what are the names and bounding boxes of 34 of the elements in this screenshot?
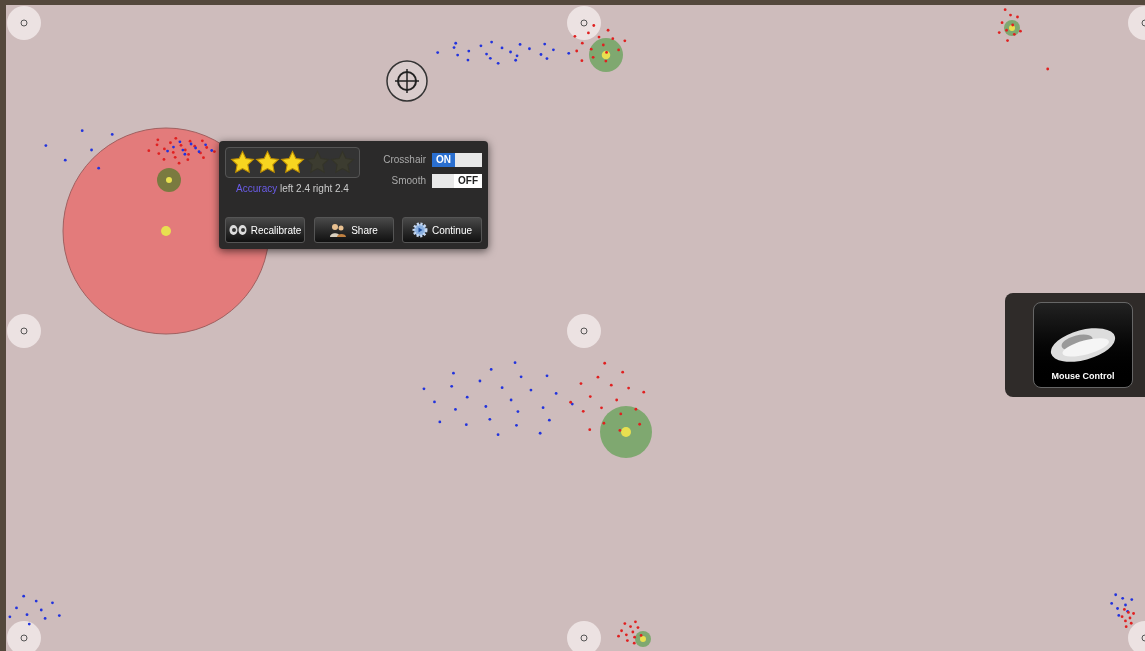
star-icon bbox=[255, 150, 280, 175]
calibration-target bbox=[567, 314, 601, 348]
gaze-points-drawing bbox=[617, 620, 643, 645]
continue-button[interactable]: Continue bbox=[402, 217, 482, 243]
crosshair-icon bbox=[386, 60, 428, 102]
star-icon bbox=[280, 150, 305, 175]
calibration-target bbox=[1128, 6, 1145, 40]
toggle-switch[interactable]: ON bbox=[432, 152, 482, 167]
gaze-points-drawing bbox=[573, 24, 627, 63]
star-icon bbox=[230, 150, 255, 175]
calibration-target bbox=[567, 6, 601, 40]
accuracy-circle bbox=[1004, 20, 1020, 36]
share-button[interactable]: Share bbox=[313, 217, 394, 243]
gaze-points-drawing bbox=[1046, 67, 1050, 71]
accuracy-circle bbox=[589, 38, 623, 72]
toggle-switch[interactable]: OFF bbox=[432, 173, 482, 188]
accuracy-circle bbox=[600, 406, 652, 458]
people-icon bbox=[329, 223, 348, 237]
recalibrate-button[interactable]: Recalibrate bbox=[225, 217, 305, 243]
gaze-points-drawing bbox=[8, 594, 61, 626]
gaze-points-drawing bbox=[44, 129, 114, 170]
calibration-target bbox=[7, 621, 41, 651]
accuracy-text: Accuracy left 2.4 right 2.4 bbox=[236, 182, 349, 196]
accuracy-circle bbox=[635, 631, 651, 647]
calibration-target bbox=[7, 314, 41, 348]
calibration-target bbox=[1128, 621, 1145, 651]
gear-icon bbox=[412, 222, 428, 238]
eyes-icon bbox=[228, 224, 247, 236]
calibration-target bbox=[7, 6, 41, 40]
toggle-label: Crosshair bbox=[383, 153, 426, 167]
gaze-points-drawing bbox=[997, 8, 1022, 42]
toggle-label: Smooth bbox=[391, 174, 426, 188]
calibration-target bbox=[567, 621, 601, 651]
mouse-control-tile[interactable]: Mouse Control bbox=[1033, 302, 1133, 388]
